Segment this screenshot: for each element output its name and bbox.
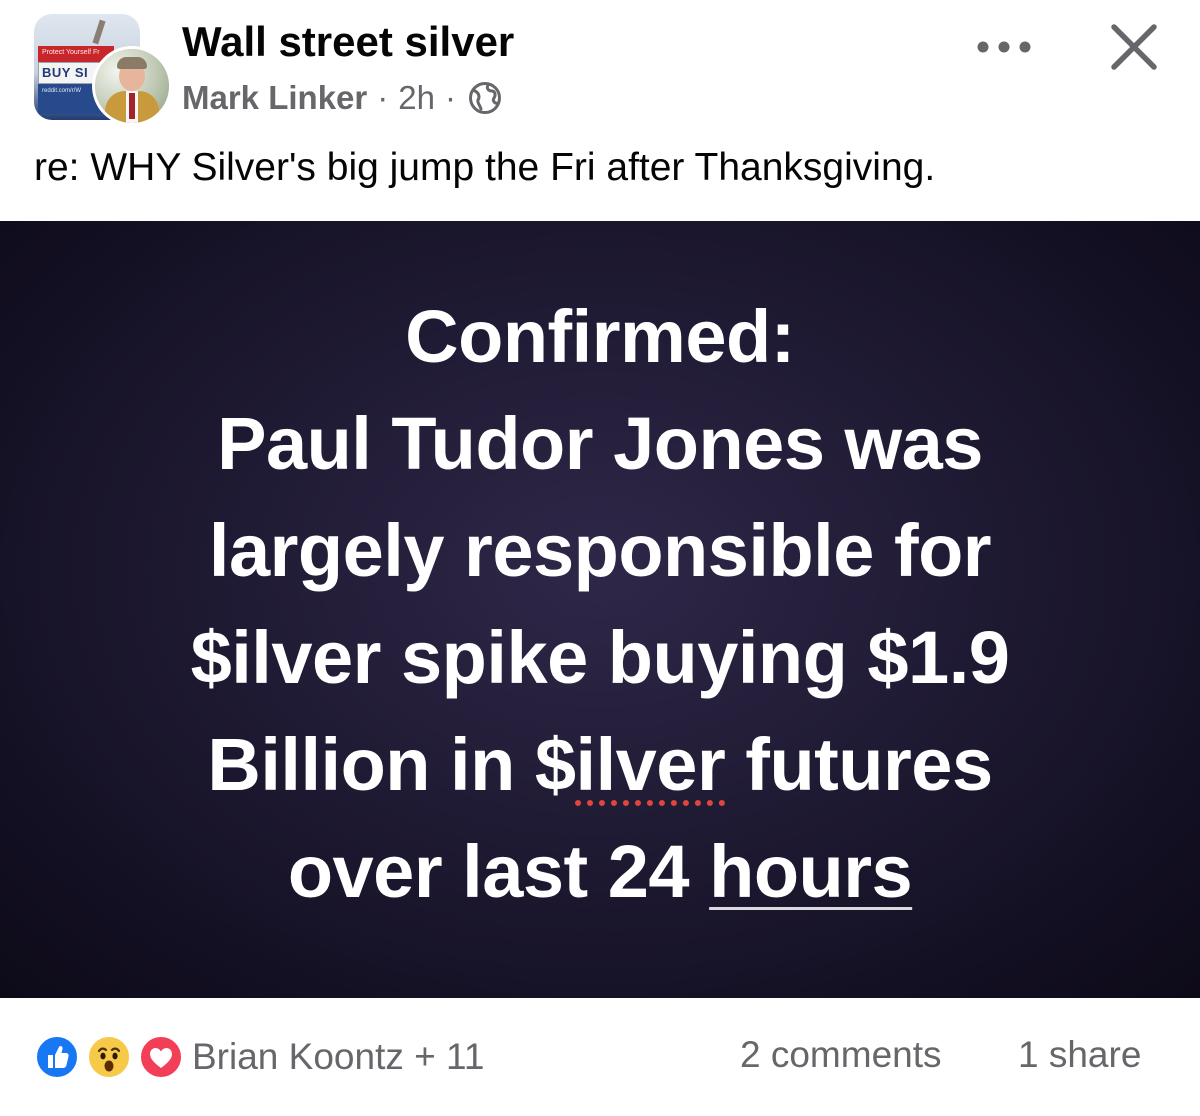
post-caption: re: WHY Silver's big jump the Fri after …	[34, 146, 936, 189]
image-line: largely responsible for	[208, 509, 992, 592]
reactors-text: Brian Koontz + 11	[192, 1036, 485, 1077]
image-line-part: Billion in $	[207, 723, 576, 806]
image-line: Paul Tudor Jones was	[217, 402, 983, 485]
misspelled-word: ilver	[575, 723, 726, 806]
underlined-word: hours	[709, 830, 913, 913]
avatar-hair	[117, 57, 147, 69]
image-text: Confirmed: Paul Tudor Jones was largely …	[0, 283, 1200, 925]
image-line: $ilver spike buying $1.9	[190, 616, 1010, 699]
more-options-button[interactable]	[968, 24, 1040, 70]
shares-count-link[interactable]: 1 share	[1018, 1034, 1141, 1076]
image-line-part: futures	[725, 723, 993, 806]
flag-pole	[92, 19, 106, 45]
globe-icon[interactable]	[468, 81, 502, 115]
wow-icon	[86, 1034, 132, 1080]
author-avatar[interactable]	[92, 46, 172, 126]
meta-separator: ·	[377, 79, 389, 116]
banner-small-text: Protect Yourself Fr	[42, 49, 100, 56]
post-footer: Brian Koontz + 11 2 comments 1 share	[0, 998, 1200, 1116]
post-time-link[interactable]: 2h	[398, 79, 435, 117]
close-icon	[1111, 24, 1157, 70]
banner-big-text: BUY SI	[42, 65, 89, 80]
image-line: over last 24 hours	[0, 818, 1200, 925]
comments-count-link[interactable]: 2 comments	[740, 1034, 942, 1076]
author-name-link[interactable]: Mark Linker	[182, 79, 367, 117]
reactions-summary[interactable]: Brian Koontz + 11	[34, 1034, 484, 1080]
meta-separator: ·	[444, 79, 456, 116]
reaction-icons	[34, 1034, 186, 1080]
image-line-part: over last 24	[287, 830, 710, 913]
image-line: Confirmed:	[405, 295, 795, 378]
facebook-post: Protect Yourself Fr BUY SI reddit.com/r/…	[0, 0, 1200, 1116]
post-meta: Mark Linker · 2h ·	[182, 78, 502, 118]
banner-url-text: reddit.com/r/W	[42, 88, 82, 94]
post-image[interactable]: Confirmed: Paul Tudor Jones was largely …	[0, 221, 1200, 998]
avatar-tie	[129, 93, 135, 119]
close-button[interactable]	[1098, 16, 1170, 78]
more-options-icon	[977, 41, 1031, 53]
group-name-link[interactable]: Wall street silver	[182, 18, 514, 66]
love-icon	[138, 1034, 184, 1080]
like-icon	[34, 1034, 80, 1080]
post-header: Protect Yourself Fr BUY SI reddit.com/r/…	[0, 0, 1200, 130]
image-line: Billion in $ilver futures	[0, 711, 1200, 818]
